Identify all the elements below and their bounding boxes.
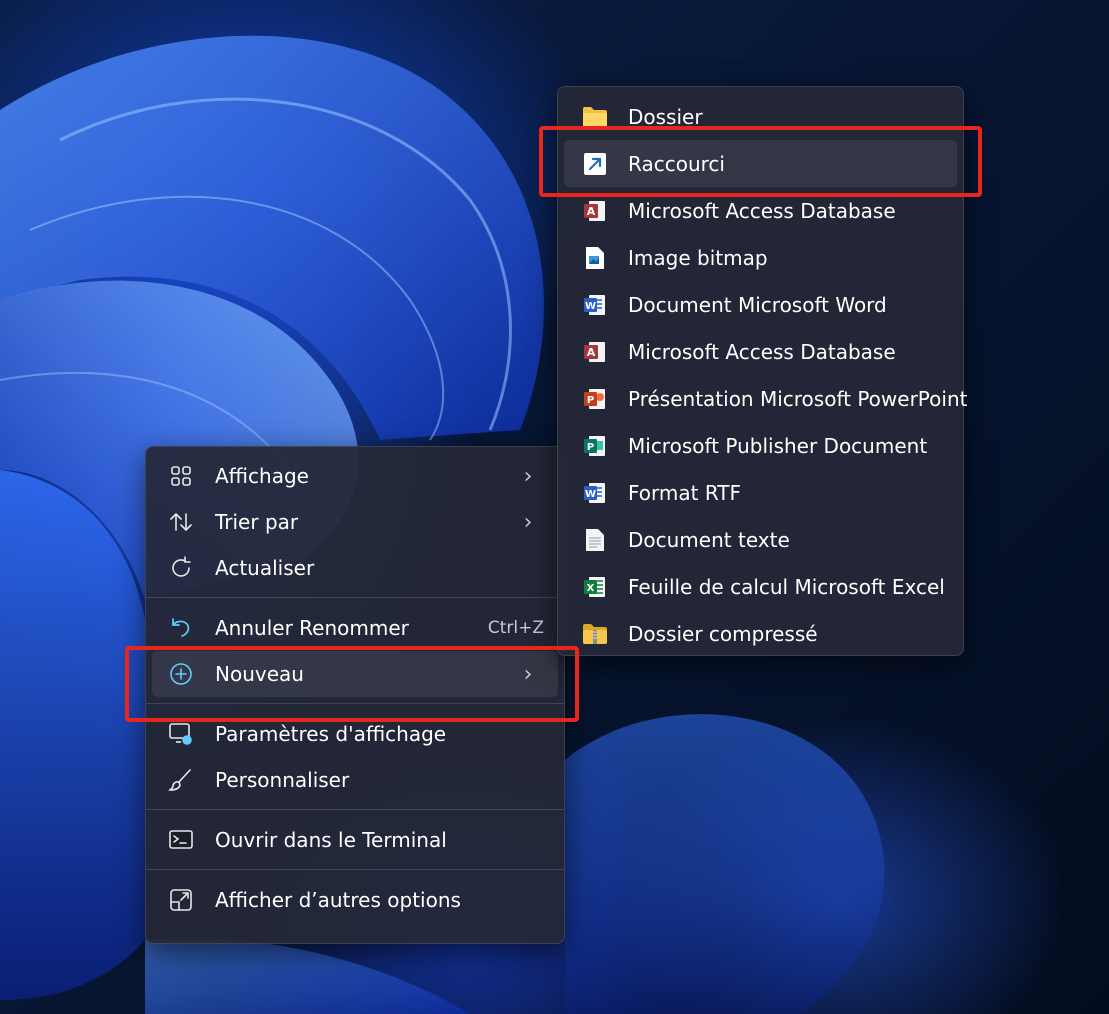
submenu-item-label: Dossier (628, 104, 703, 129)
submenu-item-label: Dossier compressé (628, 621, 818, 646)
submenu-item-image-bitmap[interactable]: Image bitmap (564, 234, 957, 281)
submenu-item-label: Présentation Microsoft PowerPoint (628, 386, 968, 411)
brush-icon (168, 767, 194, 793)
grid-icon (168, 463, 194, 489)
excel-icon: X (582, 574, 608, 600)
menu-separator (146, 869, 564, 870)
submenu-item-label: Microsoft Access Database (628, 339, 896, 364)
highlight-box-raccourci (539, 126, 982, 197)
menu-item-label: Affichage (215, 464, 309, 488)
chevron-right-icon: › (523, 463, 533, 489)
menu-item-ouvrir-terminal[interactable]: Ouvrir dans le Terminal (152, 817, 558, 863)
menu-item-label: Paramètres d'affichage (215, 722, 447, 746)
menu-item-actualiser[interactable]: Actualiser (152, 545, 558, 591)
zip-folder-icon (582, 621, 608, 647)
menu-item-autres-options[interactable]: Afficher d’autres options (152, 877, 558, 923)
rtf-icon: W (582, 480, 608, 506)
submenu-item-publisher[interactable]: P Microsoft Publisher Document (564, 422, 957, 469)
word-letter: W (585, 489, 596, 500)
menu-item-label: Actualiser (215, 556, 315, 580)
submenu-item-label: Format RTF (628, 480, 741, 505)
menu-item-label: Afficher d’autres options (215, 888, 461, 912)
access-icon: A (582, 198, 608, 224)
menu-separator (146, 809, 564, 810)
submenu-item-label: Image bitmap (628, 245, 768, 270)
access-letter: A (587, 346, 596, 359)
chevron-right-icon: › (523, 509, 533, 535)
submenu-item-label: Microsoft Publisher Document (628, 433, 928, 458)
menu-item-affichage[interactable]: Affichage › (152, 453, 558, 499)
powerpoint-letter: P (587, 395, 594, 406)
powerpoint-icon: P (582, 386, 608, 412)
menu-item-trier-par[interactable]: Trier par › (152, 499, 558, 545)
menu-item-label: Trier par (215, 510, 299, 534)
submenu-item-label: Document Microsoft Word (628, 292, 887, 317)
highlight-box-nouveau (125, 646, 579, 722)
menu-item-label: Ouvrir dans le Terminal (215, 828, 447, 852)
shortcut-label: Ctrl+Z (487, 618, 544, 638)
menu-item-personnaliser[interactable]: Personnaliser (152, 757, 558, 803)
bitmap-icon (582, 245, 608, 271)
refresh-icon (168, 555, 194, 581)
submenu-item-compressed-folder[interactable]: Dossier compressé (564, 610, 957, 657)
undo-icon (168, 615, 194, 641)
submenu-item-word-document[interactable]: W Document Microsoft Word (564, 281, 957, 328)
submenu-item-label: Document texte (628, 527, 790, 552)
word-icon: W (582, 292, 608, 318)
menu-item-label: Personnaliser (215, 768, 350, 792)
publisher-letter: P (587, 442, 594, 453)
access-letter: A (587, 205, 596, 218)
submenu-item-label: Feuille de calcul Microsoft Excel (628, 574, 945, 599)
submenu-item-powerpoint[interactable]: P Présentation Microsoft PowerPoint (564, 375, 967, 422)
text-document-icon (582, 527, 608, 553)
submenu-item-excel[interactable]: X Feuille de calcul Microsoft Excel (564, 563, 957, 610)
excel-letter: X (587, 583, 595, 594)
submenu-item-label: Microsoft Access Database (628, 198, 896, 223)
sort-arrows-icon (168, 509, 194, 535)
access-icon: A (582, 339, 608, 365)
publisher-icon: P (582, 433, 608, 459)
submenu-item-format-rtf[interactable]: W Format RTF (564, 469, 957, 516)
submenu-item-access-database-2[interactable]: A Microsoft Access Database (564, 328, 957, 375)
menu-separator (146, 597, 564, 598)
terminal-icon (168, 827, 194, 853)
menu-item-annuler-renommer[interactable]: Annuler Renommer Ctrl+Z (152, 605, 558, 651)
menu-item-label: Annuler Renommer (215, 616, 409, 640)
display-settings-icon (168, 721, 194, 747)
more-options-icon (168, 887, 194, 913)
submenu-item-text-document[interactable]: Document texte (564, 516, 957, 563)
word-letter: W (585, 301, 596, 312)
